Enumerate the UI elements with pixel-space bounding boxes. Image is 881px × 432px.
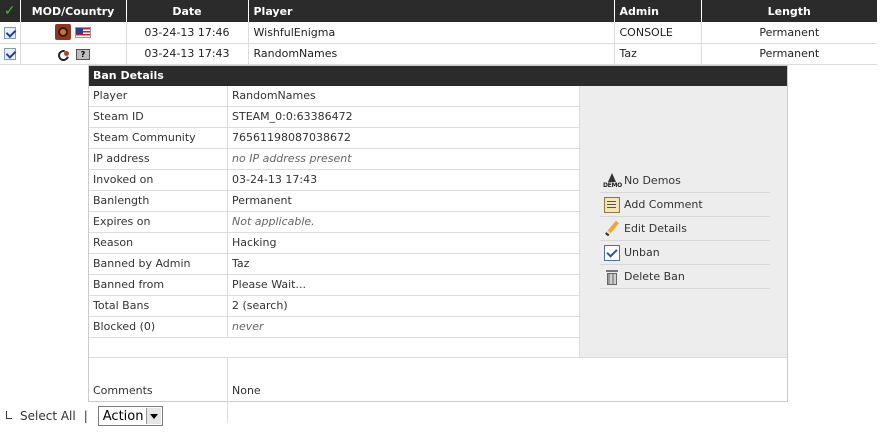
table-header-row: ✓ MOD/Country Date Player Admin Length xyxy=(0,0,877,22)
detail-row-banned-by-admin: Banned by Admin Taz xyxy=(89,254,579,275)
unban-button[interactable]: Unban xyxy=(600,241,770,265)
tf2-icon xyxy=(55,24,71,41)
action-label: Add Comment xyxy=(624,198,703,211)
action-label: Edit Details xyxy=(624,222,687,235)
action-label: Unban xyxy=(624,246,660,259)
ban-details-title: Ban Details xyxy=(89,66,787,86)
detail-row-steam-community: Steam Community 76561198087038672 xyxy=(89,128,579,149)
no-demos-link[interactable]: No Demos xyxy=(600,169,770,193)
detail-row-total-bans: Total Bans 2 (search) xyxy=(89,296,579,317)
action-label: No Demos xyxy=(624,174,681,187)
detail-label: Banned by Admin xyxy=(89,254,228,274)
detail-row-invoked-on: Invoked on 03-24-13 17:43 xyxy=(89,170,579,191)
column-header-player[interactable]: Player xyxy=(247,0,614,22)
detail-value: Not applicable. xyxy=(232,215,315,228)
steam-community-link[interactable]: 76561198087038672 xyxy=(228,128,579,148)
detail-label: Banned from xyxy=(89,275,228,295)
detail-value: Taz xyxy=(232,257,250,270)
detail-value: RandomNames xyxy=(232,89,316,102)
detail-row-comments: Comments None xyxy=(89,357,787,423)
delete-ban-button[interactable]: Delete Ban xyxy=(600,265,770,289)
action-select-value: Action xyxy=(102,408,144,424)
detail-row-expires-on: Expires on Not applicable. xyxy=(89,212,579,233)
date-cell: 03-24-13 17:43 xyxy=(125,43,248,65)
demo-icon xyxy=(603,172,622,189)
row-checkbox[interactable] xyxy=(3,48,16,60)
detail-label: Player xyxy=(89,86,228,106)
detail-row-banlength: Banlength Permanent xyxy=(89,191,579,212)
detail-row-player: Player RandomNames xyxy=(89,86,579,107)
detail-label: Steam ID xyxy=(89,107,228,127)
row-checkbox-cell[interactable] xyxy=(0,43,20,65)
detail-label: Banlength xyxy=(89,191,228,211)
detail-label: Steam Community xyxy=(89,128,228,148)
action-select[interactable]: Action xyxy=(97,406,164,426)
column-header-length[interactable]: Length xyxy=(700,0,877,22)
detail-label: Reason xyxy=(89,233,228,253)
column-header-date[interactable]: Date xyxy=(125,0,248,22)
column-header-admin[interactable]: Admin xyxy=(613,0,701,22)
length-cell: Permanent xyxy=(700,43,877,65)
detail-label: Total Bans xyxy=(89,296,228,316)
unban-icon xyxy=(604,244,620,261)
table-footer: Select All | Action xyxy=(6,405,164,427)
row-checkbox-cell[interactable] xyxy=(0,22,20,44)
add-comment-button[interactable]: Add Comment xyxy=(600,193,770,217)
detail-row-blocked: Blocked (0) never xyxy=(89,317,579,338)
ban-actions-panel: No Demos Add Comment Edit Details Unban … xyxy=(579,86,787,357)
detail-value: never xyxy=(232,320,264,333)
ban-details-body: Player RandomNames Steam ID STEAM_0:0:63… xyxy=(89,86,787,423)
mod-country-cell: ? xyxy=(19,43,126,65)
detail-label: Blocked (0) xyxy=(89,317,228,337)
us-flag-icon xyxy=(75,26,91,38)
table-row[interactable]: ? 03-24-13 17:43 RandomNames Taz Permane… xyxy=(0,43,877,65)
action-label: Delete Ban xyxy=(624,270,685,283)
detail-value: Please Wait... xyxy=(232,278,306,291)
length-cell: Permanent xyxy=(700,22,877,44)
ban-actions-list: No Demos Add Comment Edit Details Unban … xyxy=(600,169,770,289)
admin-cell: Taz xyxy=(613,43,701,65)
mod-icon xyxy=(56,49,72,59)
separator: | xyxy=(83,409,88,423)
chevron-down-icon[interactable] xyxy=(146,408,162,424)
comment-icon xyxy=(604,196,620,213)
ban-details-rows: Player RandomNames Steam ID STEAM_0:0:63… xyxy=(89,86,579,338)
detail-row-reason: Reason Hacking xyxy=(89,233,579,254)
select-all-link[interactable]: Select All xyxy=(20,409,76,423)
table-row[interactable]: 03-24-13 17:46 WishfulEnigma CONSOLE Per… xyxy=(0,22,877,44)
detail-value: Hacking xyxy=(232,236,277,249)
unknown-flag-icon: ? xyxy=(76,48,90,60)
detail-label: IP address xyxy=(89,149,228,169)
detail-value: 03-24-13 17:43 xyxy=(232,173,318,186)
player-cell: WishfulEnigma xyxy=(247,22,614,44)
mod-country-cell xyxy=(19,22,126,44)
check-all-icon[interactable]: ✓ xyxy=(2,4,17,18)
corner-arrow-icon xyxy=(6,410,12,419)
row-checkbox[interactable] xyxy=(3,26,16,39)
detail-row-steam-id: Steam ID STEAM_0:0:63386472 xyxy=(89,107,579,128)
detail-value: None xyxy=(232,384,261,397)
select-all-header-cell[interactable]: ✓ xyxy=(0,0,20,22)
edit-details-button[interactable]: Edit Details xyxy=(600,217,770,241)
column-header-mod-country[interactable]: MOD/Country xyxy=(19,0,126,22)
detail-row-ip-address: IP address no IP address present xyxy=(89,149,579,170)
detail-row-banned-from: Banned from Please Wait... xyxy=(89,275,579,296)
detail-label: Expires on xyxy=(89,212,228,232)
player-cell: RandomNames xyxy=(247,43,614,65)
ban-details-panel: Ban Details Player RandomNames Steam ID … xyxy=(88,65,788,423)
total-bans-search-link[interactable]: 2 (search) xyxy=(228,296,579,316)
bans-table: ✓ MOD/Country Date Player Admin Length 0… xyxy=(0,0,877,65)
admin-cell: CONSOLE xyxy=(613,22,701,44)
trash-icon xyxy=(604,269,620,285)
detail-value: Permanent xyxy=(232,194,292,207)
detail-value: STEAM_0:0:63386472 xyxy=(232,110,353,123)
date-cell: 03-24-13 17:46 xyxy=(125,22,248,44)
detail-value: no IP address present xyxy=(232,152,352,165)
detail-label: Invoked on xyxy=(89,170,228,190)
pencil-icon xyxy=(604,221,620,237)
